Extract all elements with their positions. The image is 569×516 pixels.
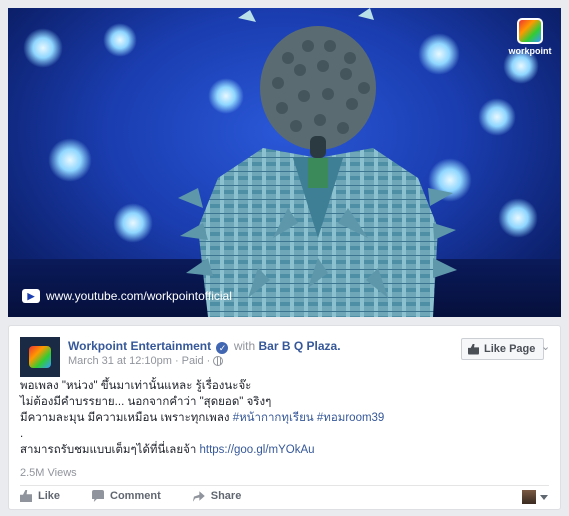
masked-singer-figure xyxy=(178,8,457,317)
comment-button[interactable]: Comment xyxy=(92,490,161,502)
post-meta: March 31 at 12:10pm · Paid · xyxy=(68,355,224,367)
thumbs-up-icon xyxy=(468,343,479,355)
post-text-line: ไม่ต้องมีคำบรรยาย... นอกจากคำว่า "สุดยอด… xyxy=(20,396,272,408)
paid-label: Paid xyxy=(181,355,204,367)
workpoint-logo-icon xyxy=(517,18,543,44)
stage-light xyxy=(48,138,92,182)
post-header: Workpoint Entertainment ✓ with Bar B Q P… xyxy=(68,338,341,354)
post-text: พอเพลง "หน่วง" ขึ้นมาเท่านั้นแหละ รู้เรื… xyxy=(20,378,545,458)
stage-light xyxy=(478,98,516,136)
youtube-watermark: ▶ www.youtube.com/workpointofficial xyxy=(22,289,232,303)
like-page-button[interactable]: Like Page xyxy=(461,338,545,360)
caret-down-icon xyxy=(540,494,548,500)
watermark-url-text: www.youtube.com/workpointofficial xyxy=(46,289,232,303)
globe-icon[interactable] xyxy=(213,356,224,366)
views-count: 2.5M Views xyxy=(20,467,77,479)
workpoint-logo-text: workpoint xyxy=(508,46,552,56)
share-icon xyxy=(192,491,205,502)
page-name-link[interactable]: Workpoint Entertainment xyxy=(68,339,211,353)
share-label: Share xyxy=(210,490,242,502)
viewer-avatar xyxy=(522,490,536,504)
comment-icon xyxy=(92,490,105,502)
react-as-selector[interactable] xyxy=(522,490,548,504)
post-text-fragment: มีความละมุน มีความเหมือน เพราะทุกเพลง xyxy=(20,412,230,424)
page-avatar[interactable] xyxy=(20,337,60,377)
post-text-line: มีความละมุน มีความเหมือน เพราะทุกเพลง #ห… xyxy=(20,410,545,426)
post-timestamp[interactable]: March 31 at 12:10pm xyxy=(68,355,172,367)
comment-label: Comment xyxy=(110,490,161,502)
with-text: with xyxy=(233,339,256,353)
stage-light xyxy=(498,198,538,238)
meta-separator: · xyxy=(206,355,211,367)
like-button[interactable]: Like xyxy=(20,490,60,502)
verified-badge-icon: ✓ xyxy=(216,342,229,354)
place-link[interactable]: Bar B Q Plaza. xyxy=(259,339,341,353)
stage-light xyxy=(113,203,153,243)
chevron-down-icon[interactable]: ⌄ xyxy=(541,340,550,353)
workpoint-avatar-icon xyxy=(29,346,51,368)
like-page-label: Like Page xyxy=(484,343,536,355)
external-link[interactable]: https://goo.gl/mYOkAu xyxy=(200,444,315,456)
youtube-icon: ▶ xyxy=(22,289,40,303)
like-icon xyxy=(20,490,32,502)
like-label: Like xyxy=(38,490,61,502)
share-button[interactable]: Share xyxy=(192,490,242,502)
post-card: Workpoint Entertainment ✓ with Bar B Q P… xyxy=(8,325,561,510)
workpoint-logo: workpoint xyxy=(507,18,553,56)
stage-light xyxy=(103,23,137,57)
post-text-line: พอเพลง "หน่วง" ขึ้นมาเท่านั้นแหละ รู้เรื… xyxy=(20,380,252,392)
divider xyxy=(20,485,549,486)
meta-separator: · xyxy=(174,355,179,367)
post-actions: Like Comment Share xyxy=(20,490,273,502)
hashtag-link[interactable]: #หน้ากากทุเรียน xyxy=(233,412,314,424)
post-text-fragment: สามารถรับชมแบบเต็มๆได้ที่นี่เลยจ้า xyxy=(20,444,197,456)
stage-light xyxy=(23,28,63,68)
facebook-post-screenshot: ▶ www.youtube.com/workpointofficial work… xyxy=(0,0,569,516)
post-text-line: สามารถรับชมแบบเต็มๆได้ที่นี่เลยจ้า https… xyxy=(20,442,545,458)
hashtag-link[interactable]: #ทอมroom39 xyxy=(317,412,384,424)
post-text-line: . xyxy=(20,428,24,440)
video-player[interactable]: ▶ www.youtube.com/workpointofficial work… xyxy=(8,8,561,317)
